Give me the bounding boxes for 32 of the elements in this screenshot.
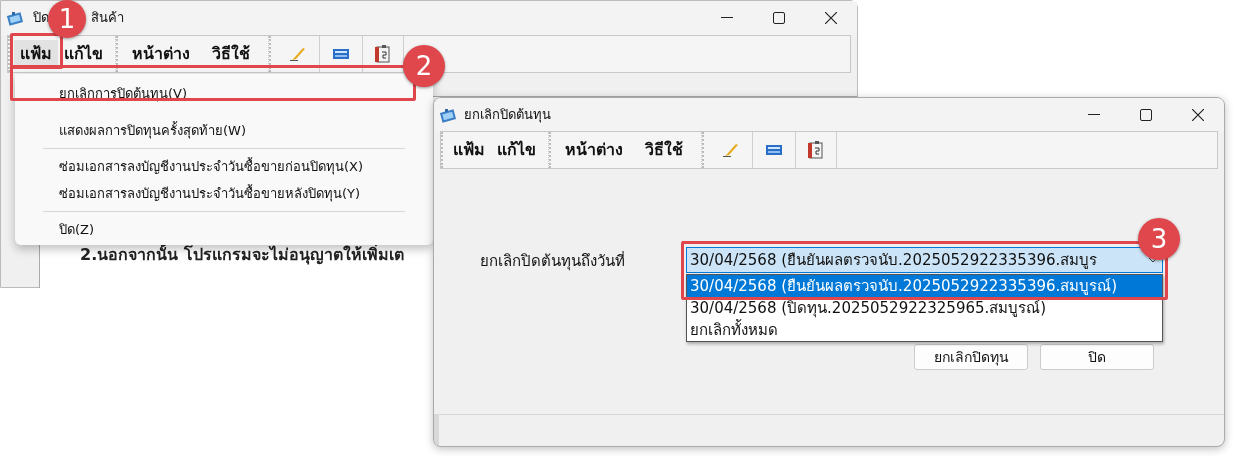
window-title: ยกเลิกปิดต้นทุน bbox=[464, 105, 551, 125]
menu-item[interactable]: แก้ไข bbox=[491, 136, 542, 164]
body-text: 2.นอกจากนั้น โปรแกรมจะไม่อนุญาตให้เพิ่มเต bbox=[80, 244, 404, 267]
menu-item[interactable]: หน้าต่าง bbox=[126, 40, 196, 68]
menu-item[interactable]: ปิด(Z) bbox=[15, 216, 433, 243]
menu-item[interactable]: ซ่อมเอกสารลงบัญชีงานประจำวันซื้อขายก่อนปิดทุน(X) bbox=[15, 153, 433, 180]
calendar-icon[interactable] bbox=[375, 45, 391, 63]
window-title: สินค้า bbox=[91, 9, 124, 28]
dropdown-option[interactable]: ยกเลิกทั้งหมด bbox=[687, 319, 1162, 341]
close-icon[interactable] bbox=[825, 12, 837, 24]
menu-item[interactable]: วิธีใช้ bbox=[206, 40, 256, 68]
menu-item[interactable]: แสดงผลการปิดทุนครั้งสุดท้าย(W) bbox=[15, 117, 433, 144]
calculator-icon[interactable] bbox=[765, 143, 783, 157]
menu-item[interactable]: ซ่อมเอกสารลงบัญชีงานประจำวันซื้อขายหลังปิดทุน(Y) bbox=[15, 180, 433, 207]
minimize-icon[interactable] bbox=[1088, 113, 1100, 116]
menu-item[interactable]: วิธีใช้ bbox=[639, 136, 689, 164]
close-icon[interactable] bbox=[1192, 108, 1204, 121]
dropdown-field[interactable]: 30/04/2568 (ยืนยันผลตรวจนับ.2025052922335396.สมบูร bbox=[686, 247, 1163, 273]
menu-item[interactable]: แฟ้ม bbox=[14, 40, 58, 68]
menu-item[interactable]: แก้ไข bbox=[58, 40, 109, 68]
maximize-icon[interactable] bbox=[1140, 108, 1152, 121]
calculator-icon[interactable] bbox=[332, 47, 350, 61]
minimize-icon[interactable] bbox=[721, 17, 733, 19]
menu-item[interactable]: แฟ้ม bbox=[447, 136, 491, 164]
dialog-button[interactable]: ยกเลิกปิดทุน bbox=[914, 344, 1028, 370]
calendar-icon[interactable] bbox=[808, 141, 824, 159]
dropdown-option[interactable]: 30/04/2568 (ยืนยันผลตรวจนับ.2025052922335396.สมบูรณ์) bbox=[687, 275, 1162, 297]
field-label: ยกเลิกปิดต้นทุนถึงวันที่ bbox=[480, 250, 625, 273]
app-icon bbox=[7, 9, 25, 27]
dialog-button[interactable]: ปิด bbox=[1040, 344, 1154, 370]
menu-item[interactable]: หน้าต่าง bbox=[559, 136, 629, 164]
maximize-icon[interactable] bbox=[773, 12, 785, 24]
